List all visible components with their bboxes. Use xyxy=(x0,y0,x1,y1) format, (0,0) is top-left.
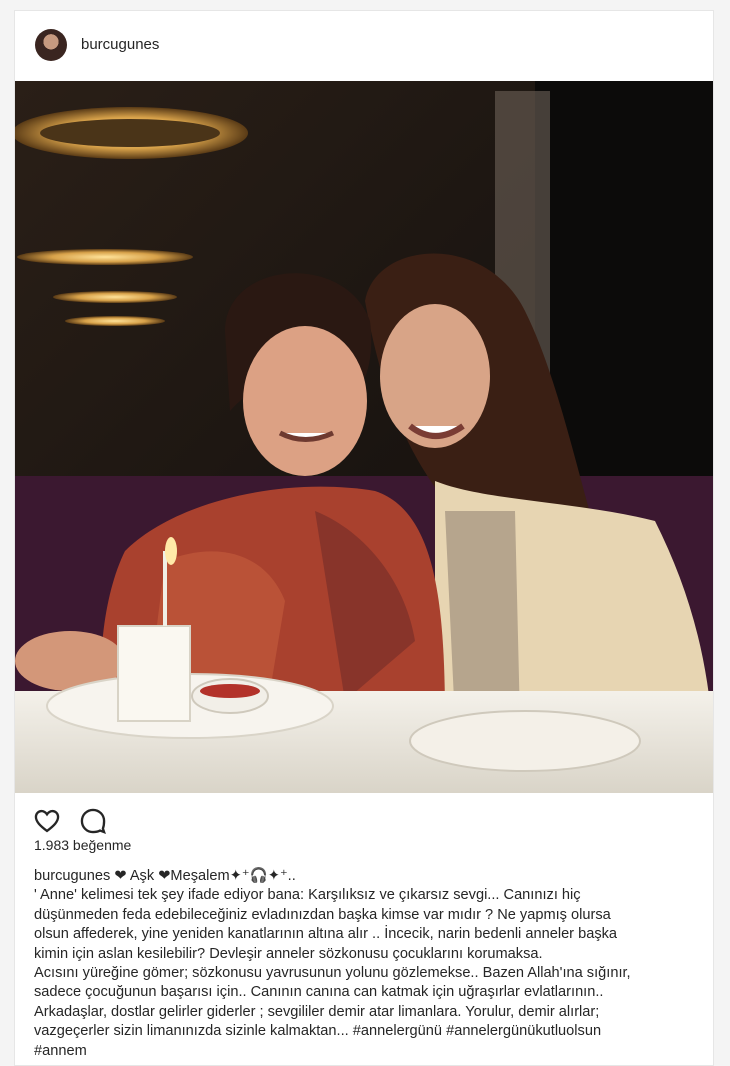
post-card: burcugunes 1.983 beğenme burcugunes ❤ Aş… xyxy=(14,10,714,1066)
post-caption: burcugunes ❤ Aşk ❤Meşalem✦⁺🎧✦⁺.. ' Anne'… xyxy=(34,867,699,1061)
caption-username[interactable]: burcugunes xyxy=(34,868,110,884)
avatar[interactable] xyxy=(35,29,67,61)
post-header: burcugunes xyxy=(15,11,713,79)
post-photo[interactable] xyxy=(15,81,713,793)
caption-line: vazgeçerler sizin limanınızda sizinle ka… xyxy=(34,1023,602,1040)
caption-line: Arkadaşlar, dostlar gelirler giderler ; … xyxy=(34,1003,600,1020)
heart-icon[interactable] xyxy=(33,807,61,835)
post-username[interactable]: burcugunes xyxy=(81,36,159,53)
caption-line: kimin için aslan kesilebilir? Devleşir a… xyxy=(34,945,543,962)
comment-icon[interactable] xyxy=(79,807,107,835)
photo-illustration xyxy=(15,81,713,793)
caption-hashtag-line[interactable]: #annem xyxy=(34,1042,699,1061)
caption-line: sadece çocuğunun başarısı için.. Canının… xyxy=(34,984,604,1001)
caption-first-line: burcugunes ❤ Aşk ❤Meşalem✦⁺🎧✦⁺.. xyxy=(34,867,699,886)
caption-line: Acısını yüreğine gömer; sözkonusu yavrus… xyxy=(34,965,631,982)
caption-line: ' Anne' kelimesi tek şey ifade ediyor ba… xyxy=(34,887,581,904)
caption-title: ❤ Aşk ❤Meşalem✦⁺🎧✦⁺.. xyxy=(110,868,296,884)
caption-line: düşünmeden feda edebileceğiniz evladınız… xyxy=(34,906,611,923)
like-count[interactable]: 1.983 beğenme xyxy=(34,837,131,853)
caption-line: olsun affederek, yine yeniden kanatların… xyxy=(34,926,618,943)
